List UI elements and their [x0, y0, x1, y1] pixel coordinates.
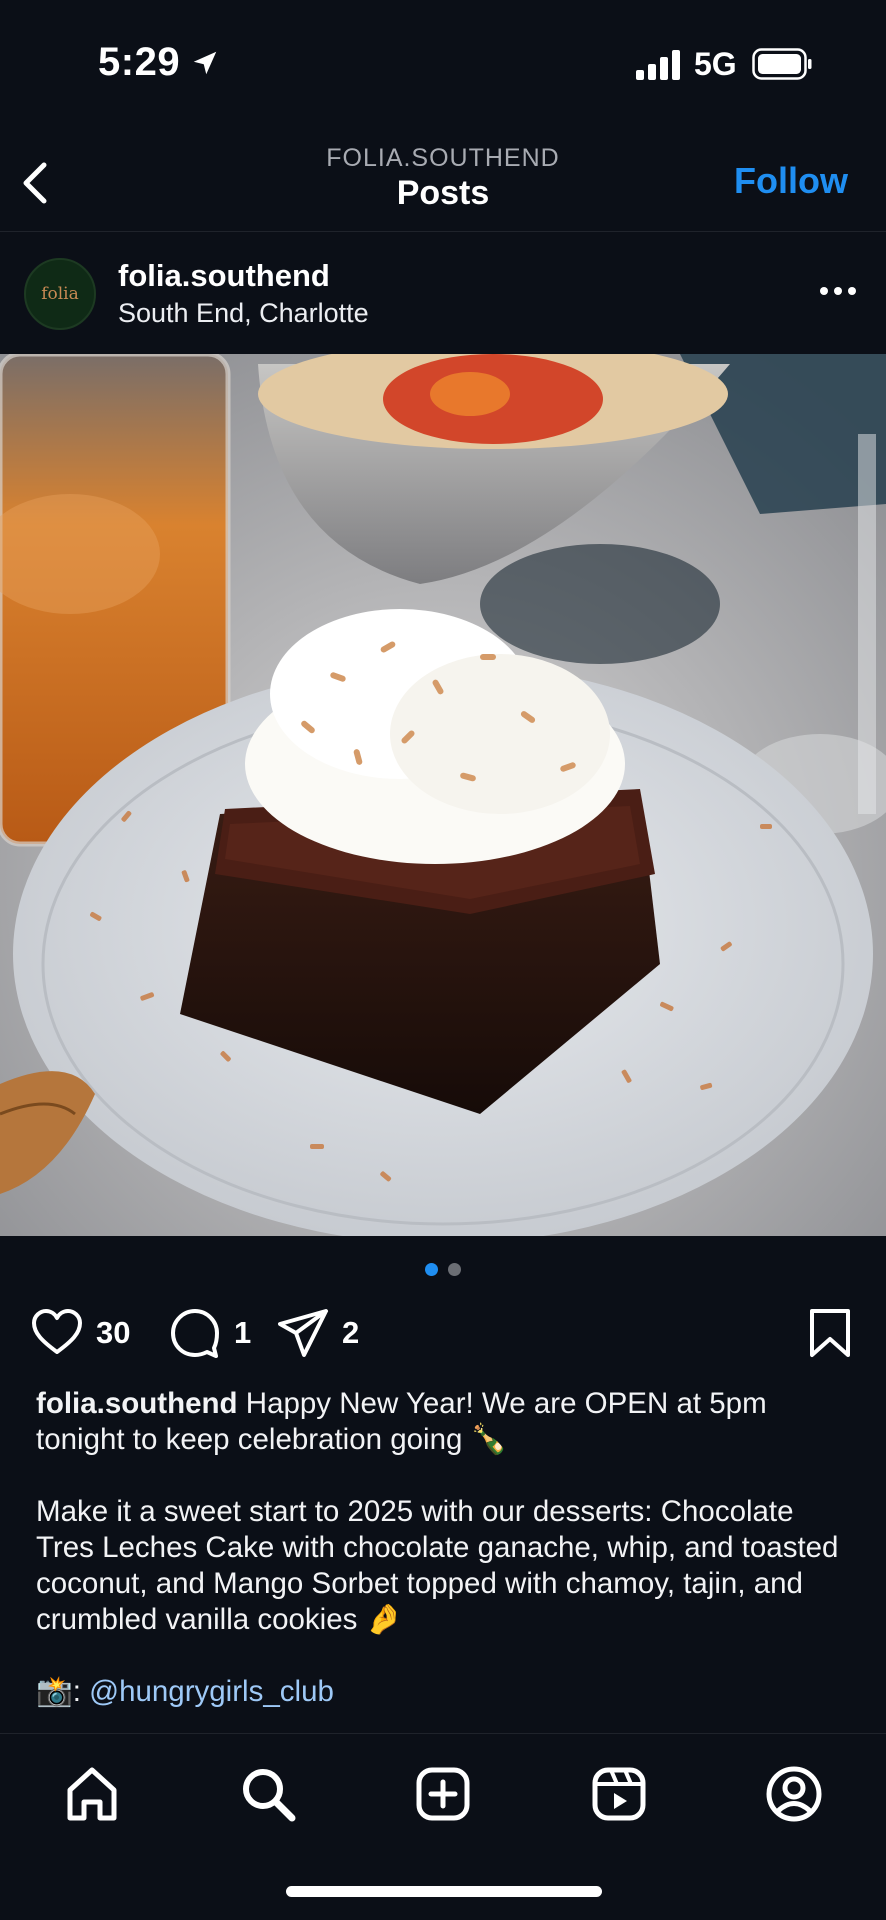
caption-text: Make it a sweet start to 2025 with our d…: [36, 1495, 839, 1636]
search-icon[interactable]: [238, 1764, 298, 1824]
location-arrow-icon: [193, 51, 217, 75]
caption-paragraph: folia.southend Happy New Year! We are OP…: [36, 1386, 856, 1458]
nav-header: FOLIA.SOUTHEND Posts Follow: [0, 130, 886, 232]
caption-credit: 📸: @hungrygirls_club: [36, 1674, 856, 1710]
reels-icon[interactable]: [589, 1764, 649, 1824]
clock: 5:29: [98, 40, 181, 84]
heart-icon: [32, 1309, 82, 1354]
like-button[interactable]: 30: [30, 1306, 130, 1360]
post-header: folia folia.southend South End, Charlott…: [0, 240, 886, 352]
caption-username[interactable]: folia.southend: [36, 1387, 238, 1420]
comment-button[interactable]: 1: [168, 1306, 251, 1360]
avatar-logo-text: folia: [41, 284, 79, 304]
post-caption: folia.southend Happy New Year! We are OP…: [36, 1386, 856, 1746]
comment-icon: [171, 1309, 219, 1358]
post-image[interactable]: [0, 354, 886, 1236]
create-icon[interactable]: [413, 1764, 473, 1824]
follow-button[interactable]: Follow: [734, 160, 848, 202]
send-icon: [278, 1309, 328, 1357]
network-label: 5G: [694, 46, 737, 82]
share-count: 2: [342, 1315, 360, 1350]
credit-prefix: 📸:: [36, 1675, 90, 1708]
action-bar: 30 1 2: [0, 1300, 886, 1364]
more-options-icon[interactable]: [818, 282, 858, 300]
avatar[interactable]: folia: [24, 258, 96, 330]
home-icon[interactable]: [62, 1764, 122, 1824]
share-button[interactable]: 2: [276, 1306, 359, 1360]
food-photo-icon: [0, 354, 886, 1236]
like-count: 30: [96, 1315, 131, 1350]
comment-count: 1: [234, 1315, 252, 1350]
carousel-dot: [448, 1263, 461, 1276]
post-location[interactable]: South End, Charlotte: [118, 298, 369, 329]
post-username[interactable]: folia.southend: [118, 258, 330, 294]
battery-icon: [752, 48, 812, 80]
cellular-signal-icon: [636, 50, 680, 80]
mention-link[interactable]: @hungrygirls_club: [89, 1675, 334, 1708]
profile-icon[interactable]: [764, 1764, 824, 1824]
carousel-dot-active: [425, 1263, 438, 1276]
bookmark-icon[interactable]: [808, 1308, 852, 1358]
home-indicator[interactable]: [286, 1886, 602, 1897]
carousel-indicator: [0, 1263, 886, 1276]
status-bar: 5:29 5G: [0, 0, 886, 120]
caption-paragraph: Make it a sweet start to 2025 with our d…: [36, 1494, 856, 1638]
